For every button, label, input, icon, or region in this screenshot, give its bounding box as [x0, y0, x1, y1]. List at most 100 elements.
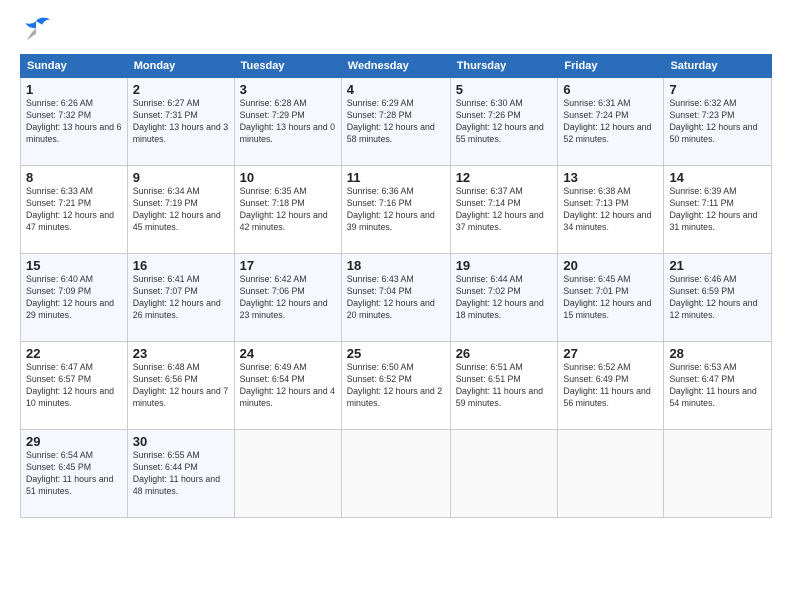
day-info: Sunrise: 6:40 AMSunset: 7:09 PMDaylight:… — [26, 274, 122, 322]
calendar-cell: 11Sunrise: 6:36 AMSunset: 7:16 PMDayligh… — [341, 166, 450, 254]
calendar-week-row: 29Sunrise: 6:54 AMSunset: 6:45 PMDayligh… — [21, 430, 772, 518]
day-number: 4 — [347, 82, 445, 97]
day-info: Sunrise: 6:50 AMSunset: 6:52 PMDaylight:… — [347, 362, 445, 410]
calendar-cell: 13Sunrise: 6:38 AMSunset: 7:13 PMDayligh… — [558, 166, 664, 254]
day-info: Sunrise: 6:36 AMSunset: 7:16 PMDaylight:… — [347, 186, 445, 234]
calendar-header-tuesday: Tuesday — [234, 55, 341, 78]
day-number: 15 — [26, 258, 122, 273]
day-number: 1 — [26, 82, 122, 97]
logo — [20, 16, 56, 44]
day-info: Sunrise: 6:47 AMSunset: 6:57 PMDaylight:… — [26, 362, 122, 410]
calendar-cell: 1Sunrise: 6:26 AMSunset: 7:32 PMDaylight… — [21, 78, 128, 166]
day-number: 11 — [347, 170, 445, 185]
calendar-week-row: 1Sunrise: 6:26 AMSunset: 7:32 PMDaylight… — [21, 78, 772, 166]
calendar-cell: 29Sunrise: 6:54 AMSunset: 6:45 PMDayligh… — [21, 430, 128, 518]
calendar-cell: 22Sunrise: 6:47 AMSunset: 6:57 PMDayligh… — [21, 342, 128, 430]
logo-icon — [20, 16, 52, 44]
calendar-cell: 21Sunrise: 6:46 AMSunset: 6:59 PMDayligh… — [664, 254, 772, 342]
calendar-cell: 28Sunrise: 6:53 AMSunset: 6:47 PMDayligh… — [664, 342, 772, 430]
calendar-header-monday: Monday — [127, 55, 234, 78]
calendar-cell: 16Sunrise: 6:41 AMSunset: 7:07 PMDayligh… — [127, 254, 234, 342]
calendar-cell: 20Sunrise: 6:45 AMSunset: 7:01 PMDayligh… — [558, 254, 664, 342]
day-number: 21 — [669, 258, 766, 273]
calendar-cell: 9Sunrise: 6:34 AMSunset: 7:19 PMDaylight… — [127, 166, 234, 254]
day-number: 16 — [133, 258, 229, 273]
day-number: 18 — [347, 258, 445, 273]
calendar-cell — [450, 430, 558, 518]
day-info: Sunrise: 6:43 AMSunset: 7:04 PMDaylight:… — [347, 274, 445, 322]
day-info: Sunrise: 6:54 AMSunset: 6:45 PMDaylight:… — [26, 450, 122, 498]
day-number: 10 — [240, 170, 336, 185]
day-number: 13 — [563, 170, 658, 185]
calendar-cell: 14Sunrise: 6:39 AMSunset: 7:11 PMDayligh… — [664, 166, 772, 254]
day-number: 7 — [669, 82, 766, 97]
calendar-cell: 5Sunrise: 6:30 AMSunset: 7:26 PMDaylight… — [450, 78, 558, 166]
calendar-cell: 18Sunrise: 6:43 AMSunset: 7:04 PMDayligh… — [341, 254, 450, 342]
day-info: Sunrise: 6:27 AMSunset: 7:31 PMDaylight:… — [133, 98, 229, 146]
day-info: Sunrise: 6:55 AMSunset: 6:44 PMDaylight:… — [133, 450, 229, 498]
calendar-cell — [341, 430, 450, 518]
calendar-cell: 17Sunrise: 6:42 AMSunset: 7:06 PMDayligh… — [234, 254, 341, 342]
day-number: 24 — [240, 346, 336, 361]
calendar-cell: 10Sunrise: 6:35 AMSunset: 7:18 PMDayligh… — [234, 166, 341, 254]
day-info: Sunrise: 6:29 AMSunset: 7:28 PMDaylight:… — [347, 98, 445, 146]
day-info: Sunrise: 6:39 AMSunset: 7:11 PMDaylight:… — [669, 186, 766, 234]
calendar-cell: 7Sunrise: 6:32 AMSunset: 7:23 PMDaylight… — [664, 78, 772, 166]
day-number: 27 — [563, 346, 658, 361]
calendar-header-friday: Friday — [558, 55, 664, 78]
calendar-cell: 24Sunrise: 6:49 AMSunset: 6:54 PMDayligh… — [234, 342, 341, 430]
day-info: Sunrise: 6:26 AMSunset: 7:32 PMDaylight:… — [26, 98, 122, 146]
day-info: Sunrise: 6:52 AMSunset: 6:49 PMDaylight:… — [563, 362, 658, 410]
calendar-week-row: 15Sunrise: 6:40 AMSunset: 7:09 PMDayligh… — [21, 254, 772, 342]
calendar-header-sunday: Sunday — [21, 55, 128, 78]
calendar-cell: 2Sunrise: 6:27 AMSunset: 7:31 PMDaylight… — [127, 78, 234, 166]
day-number: 17 — [240, 258, 336, 273]
calendar-cell: 26Sunrise: 6:51 AMSunset: 6:51 PMDayligh… — [450, 342, 558, 430]
header — [20, 16, 772, 44]
day-info: Sunrise: 6:51 AMSunset: 6:51 PMDaylight:… — [456, 362, 553, 410]
day-info: Sunrise: 6:32 AMSunset: 7:23 PMDaylight:… — [669, 98, 766, 146]
calendar-cell: 3Sunrise: 6:28 AMSunset: 7:29 PMDaylight… — [234, 78, 341, 166]
day-number: 26 — [456, 346, 553, 361]
day-info: Sunrise: 6:53 AMSunset: 6:47 PMDaylight:… — [669, 362, 766, 410]
day-info: Sunrise: 6:38 AMSunset: 7:13 PMDaylight:… — [563, 186, 658, 234]
day-info: Sunrise: 6:37 AMSunset: 7:14 PMDaylight:… — [456, 186, 553, 234]
day-info: Sunrise: 6:28 AMSunset: 7:29 PMDaylight:… — [240, 98, 336, 146]
day-number: 25 — [347, 346, 445, 361]
day-number: 3 — [240, 82, 336, 97]
day-info: Sunrise: 6:41 AMSunset: 7:07 PMDaylight:… — [133, 274, 229, 322]
calendar-cell: 25Sunrise: 6:50 AMSunset: 6:52 PMDayligh… — [341, 342, 450, 430]
calendar-table: SundayMondayTuesdayWednesdayThursdayFrid… — [20, 54, 772, 518]
calendar-cell: 23Sunrise: 6:48 AMSunset: 6:56 PMDayligh… — [127, 342, 234, 430]
day-number: 20 — [563, 258, 658, 273]
day-number: 8 — [26, 170, 122, 185]
day-info: Sunrise: 6:42 AMSunset: 7:06 PMDaylight:… — [240, 274, 336, 322]
day-info: Sunrise: 6:31 AMSunset: 7:24 PMDaylight:… — [563, 98, 658, 146]
calendar-cell: 19Sunrise: 6:44 AMSunset: 7:02 PMDayligh… — [450, 254, 558, 342]
calendar-cell — [234, 430, 341, 518]
day-info: Sunrise: 6:49 AMSunset: 6:54 PMDaylight:… — [240, 362, 336, 410]
day-info: Sunrise: 6:34 AMSunset: 7:19 PMDaylight:… — [133, 186, 229, 234]
day-number: 28 — [669, 346, 766, 361]
calendar-cell: 12Sunrise: 6:37 AMSunset: 7:14 PMDayligh… — [450, 166, 558, 254]
calendar-cell: 6Sunrise: 6:31 AMSunset: 7:24 PMDaylight… — [558, 78, 664, 166]
calendar-header-row: SundayMondayTuesdayWednesdayThursdayFrid… — [21, 55, 772, 78]
calendar-cell: 27Sunrise: 6:52 AMSunset: 6:49 PMDayligh… — [558, 342, 664, 430]
page: SundayMondayTuesdayWednesdayThursdayFrid… — [0, 0, 792, 612]
day-number: 14 — [669, 170, 766, 185]
day-info: Sunrise: 6:44 AMSunset: 7:02 PMDaylight:… — [456, 274, 553, 322]
calendar-cell: 15Sunrise: 6:40 AMSunset: 7:09 PMDayligh… — [21, 254, 128, 342]
day-info: Sunrise: 6:48 AMSunset: 6:56 PMDaylight:… — [133, 362, 229, 410]
calendar-header-thursday: Thursday — [450, 55, 558, 78]
day-number: 19 — [456, 258, 553, 273]
day-number: 5 — [456, 82, 553, 97]
day-info: Sunrise: 6:33 AMSunset: 7:21 PMDaylight:… — [26, 186, 122, 234]
calendar-cell — [664, 430, 772, 518]
calendar-header-wednesday: Wednesday — [341, 55, 450, 78]
calendar-cell: 8Sunrise: 6:33 AMSunset: 7:21 PMDaylight… — [21, 166, 128, 254]
day-info: Sunrise: 6:45 AMSunset: 7:01 PMDaylight:… — [563, 274, 658, 322]
calendar-header-saturday: Saturday — [664, 55, 772, 78]
day-info: Sunrise: 6:30 AMSunset: 7:26 PMDaylight:… — [456, 98, 553, 146]
calendar-cell: 30Sunrise: 6:55 AMSunset: 6:44 PMDayligh… — [127, 430, 234, 518]
day-number: 23 — [133, 346, 229, 361]
